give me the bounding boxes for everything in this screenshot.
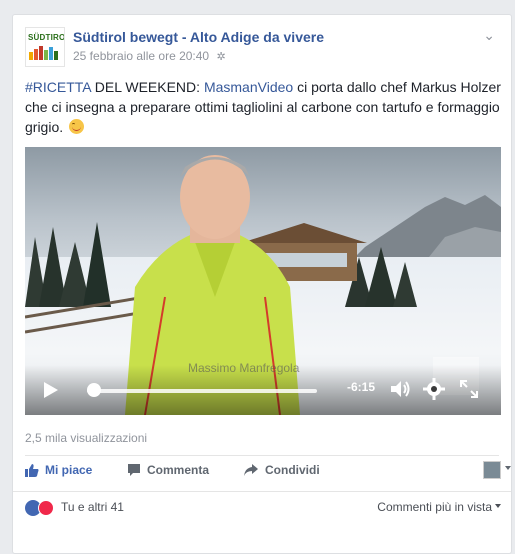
video-time-remaining: -6:15	[347, 380, 376, 394]
video-controls: -6:15	[25, 365, 501, 415]
post-text-part1: DEL WEEKEND:	[90, 79, 204, 95]
like-label: Mi piace	[45, 463, 93, 477]
settings-gear-icon[interactable]	[423, 378, 445, 400]
avatar-logo-text: SÜDTIROL	[28, 33, 65, 42]
fullscreen-icon[interactable]	[459, 379, 479, 399]
view-count[interactable]: 2,5 mila visualizzazioni	[25, 431, 147, 445]
post-header: SÜDTIROL Südtirol bewegt - Alto Adige da…	[25, 27, 495, 71]
love-reaction-icon	[38, 499, 54, 516]
caret-down-icon[interactable]	[505, 466, 511, 470]
mention-link[interactable]: MasmanVideo	[204, 79, 293, 95]
action-bar: Mi piace Commenta Condividi	[25, 459, 511, 489]
scrubber-handle[interactable]	[86, 383, 101, 397]
caret-down-icon	[495, 504, 501, 508]
page-name-link[interactable]: Südtirol bewegt - Alto Adige da vivere	[73, 29, 324, 45]
share-label: Condividi	[265, 463, 320, 477]
reactions-summary[interactable]: Tu e altri 41	[61, 500, 124, 514]
play-icon[interactable]	[41, 381, 59, 399]
video-scrubber[interactable]	[86, 383, 317, 397]
divider	[13, 491, 511, 492]
gear-icon: ✲	[216, 51, 226, 63]
comment-button[interactable]: Commenta	[127, 463, 209, 477]
share-button[interactable]: Condividi	[243, 463, 320, 477]
comment-sort-dropdown[interactable]: Commenti più in vista	[377, 500, 501, 514]
comment-label: Commenta	[147, 463, 210, 477]
like-button[interactable]: Mi piace	[25, 463, 92, 477]
post-timestamp[interactable]: 25 febbraio alle ore 20:40	[73, 49, 209, 63]
chevron-down-icon[interactable]: ⌄	[483, 27, 495, 44]
page-avatar[interactable]: SÜDTIROL	[25, 27, 65, 67]
post-text: #RICETTA DEL WEEKEND: MasmanVideo ci por…	[25, 77, 501, 137]
user-avatar[interactable]	[483, 461, 501, 479]
volume-icon[interactable]	[389, 378, 411, 400]
comment-icon	[128, 464, 140, 476]
reaction-icons[interactable]	[25, 499, 54, 517]
share-arrow-icon	[244, 464, 258, 476]
reactions-footer: Tu e altri 41 Commenti più in vista	[25, 497, 501, 521]
divider	[25, 455, 499, 456]
thumbs-up-icon	[25, 464, 39, 477]
post-meta: 25 febbraio alle ore 20:40 ✲	[73, 49, 226, 63]
post-card: SÜDTIROL Südtirol bewegt - Alto Adige da…	[12, 14, 512, 554]
smile-emoji-icon	[69, 119, 85, 134]
video-player[interactable]: Massimo Manfregola -6:15	[25, 147, 501, 415]
comment-sort-label: Commenti più in vista	[377, 500, 492, 514]
hashtag-link[interactable]: #RICETTA	[25, 79, 91, 95]
avatar-logo-bars	[29, 46, 62, 60]
